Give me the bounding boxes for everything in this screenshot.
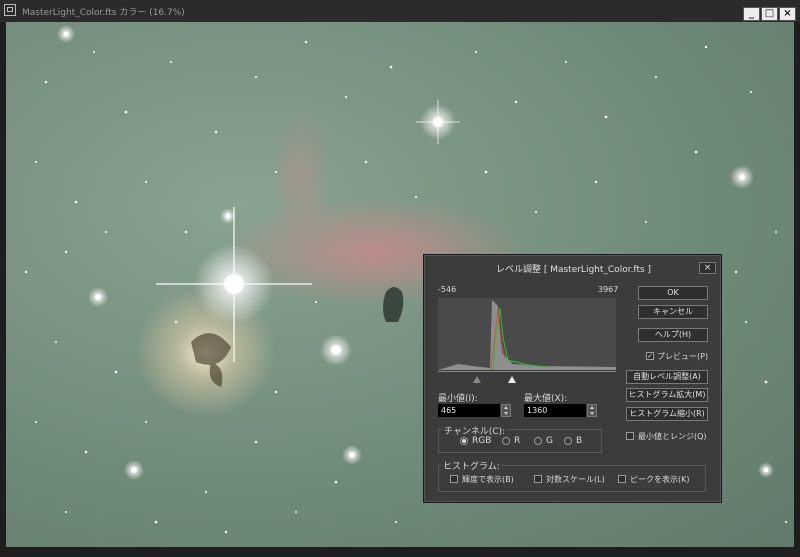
channel-option-r[interactable]: R (514, 436, 520, 446)
cancel-button[interactable]: キャンセル (638, 305, 708, 319)
min-level-handle[interactable] (473, 376, 481, 383)
max-value-label: 最大値(X): (524, 394, 568, 404)
maximize-button[interactable]: □ (761, 7, 778, 21)
histogram-range-max: 3967 (598, 285, 619, 294)
max-value-spinner[interactable] (587, 404, 597, 417)
window-title: MasterLight_Color.fts カラー (16.7%) (22, 8, 185, 18)
show-luminance-label[interactable]: 輝度で表示(B) (462, 474, 514, 485)
preview-label[interactable]: プレビュー(P) (657, 351, 708, 362)
window-titlebar: MasterLight_Color.fts カラー (16.7%) _ □ × (0, 0, 800, 22)
ok-button[interactable]: OK (638, 286, 708, 300)
levels-dialog: レベル調整 [ MasterLight_Color.fts ] × -546 3… (423, 254, 722, 503)
show-luminance-checkbox[interactable] (450, 475, 458, 483)
min-and-range-checkbox[interactable] (626, 432, 634, 440)
min-and-range-label[interactable]: 最小値とレンジ(Q) (638, 431, 707, 442)
histogram-plot[interactable] (438, 298, 616, 371)
channel-option-b[interactable]: B (576, 436, 582, 446)
histogram-expand-button[interactable]: ヒストグラム拡大(M) (626, 388, 708, 402)
red-nebula-upper (271, 107, 331, 247)
window-close-button[interactable]: × (779, 7, 796, 21)
min-value-spinner[interactable] (501, 404, 511, 417)
log-scale-label[interactable]: 対数スケール(L) (546, 474, 605, 485)
log-scale-checkbox[interactable] (534, 475, 542, 483)
channel-radio-g[interactable] (534, 437, 542, 445)
channel-radio-r[interactable] (502, 437, 510, 445)
max-value-input[interactable]: 1360 (524, 404, 586, 417)
app-icon[interactable] (4, 4, 16, 16)
channel-radio-b[interactable] (564, 437, 572, 445)
window-bottom-edge (0, 547, 800, 557)
histogram-range-min: -546 (438, 285, 457, 294)
channel-radio-rgb[interactable] (460, 437, 468, 445)
histogram-options-label: ヒストグラム: (441, 459, 502, 472)
auto-level-button[interactable]: 自動レベル調整(A) (626, 370, 708, 384)
show-peak-checkbox[interactable] (618, 475, 626, 483)
preview-checkbox[interactable]: ✓ (646, 352, 654, 360)
minimize-button[interactable]: _ (743, 7, 760, 21)
dialog-close-button[interactable]: × (699, 262, 716, 274)
show-peak-label[interactable]: ピークを表示(K) (630, 474, 690, 485)
min-value-label: 最小値(I): (438, 394, 478, 404)
dialog-title: レベル調整 [ MasterLight_Color.fts ] (495, 265, 652, 275)
histogram-shrink-button[interactable]: ヒストグラム縮小(R) (626, 407, 708, 421)
channel-option-rgb[interactable]: RGB (472, 436, 491, 446)
help-button[interactable]: ヘルプ(H) (638, 328, 708, 342)
level-slider-track (438, 371, 616, 376)
min-value-input[interactable]: 465 (438, 404, 500, 417)
channel-option-g[interactable]: G (546, 436, 553, 446)
horsehead (383, 287, 404, 322)
max-level-handle[interactable] (508, 376, 516, 383)
